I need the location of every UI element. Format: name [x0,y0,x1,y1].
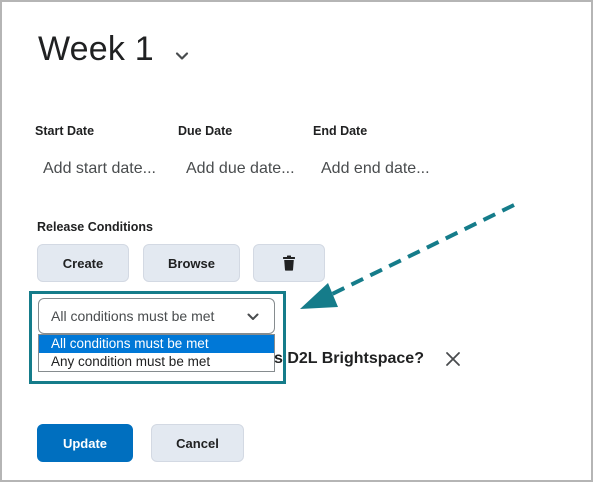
title-row: Week 1 [38,30,190,69]
start-date-group: Start Date Add start date... [35,124,156,177]
page-title: Week 1 [38,30,154,68]
release-conditions-label: Release Conditions [37,220,153,234]
end-date-input[interactable]: Add end date... [321,160,430,178]
close-icon[interactable] [444,350,462,368]
browse-button[interactable]: Browse [143,244,240,282]
end-date-group: End Date Add end date... [313,124,430,177]
option-any-condition[interactable]: Any condition must be met [39,353,274,371]
condition-type-select[interactable]: All conditions must be met [38,298,275,334]
chevron-down-icon [247,313,259,320]
select-value: All conditions must be met [51,308,215,324]
option-all-conditions[interactable]: All conditions must be met [39,335,274,353]
start-date-input[interactable]: Add start date... [43,160,156,178]
due-date-input[interactable]: Add due date... [186,160,295,178]
dashed-arrow-icon [300,203,515,309]
end-date-label: End Date [313,124,368,138]
condition-type-options: All conditions must be met Any condition… [38,334,275,372]
condition-item-text: s D2L Brightspace? [274,350,424,367]
due-date-group: Due Date Add due date... [178,124,295,177]
dialog-frame: Week 1 Start Date Add start date... Due … [0,0,593,482]
update-button[interactable]: Update [37,424,133,462]
cancel-button[interactable]: Cancel [151,424,244,462]
chevron-down-icon[interactable] [174,48,190,64]
start-date-label: Start Date [35,124,95,138]
create-button[interactable]: Create [37,244,129,282]
due-date-label: Due Date [178,124,233,138]
